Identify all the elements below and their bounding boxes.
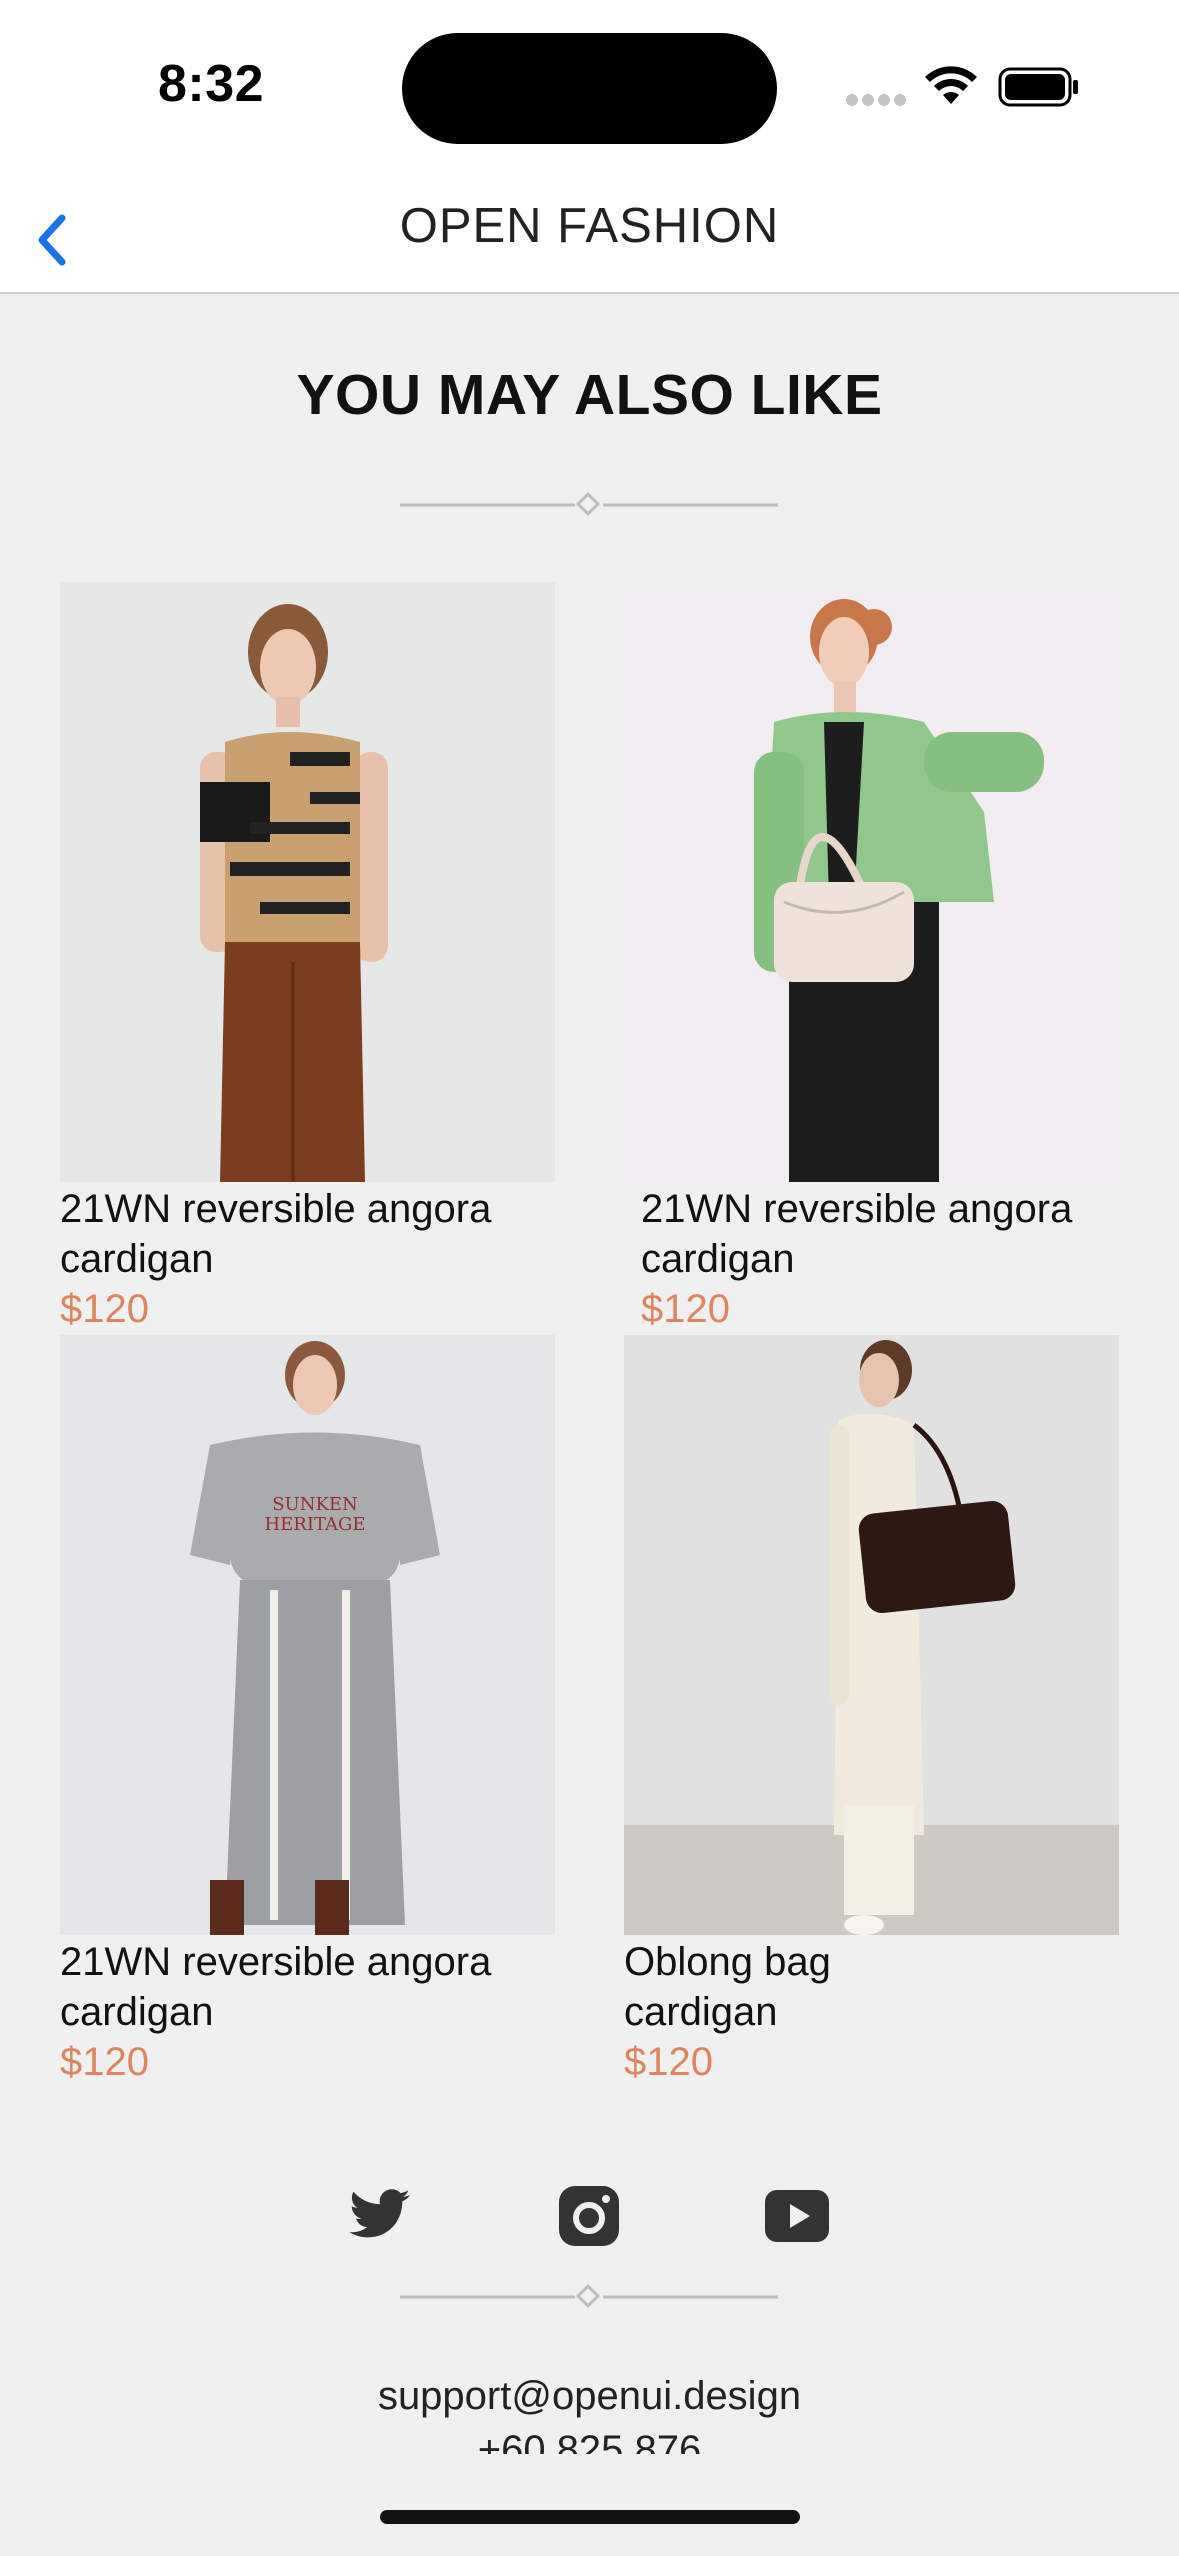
- wifi-icon: [925, 66, 977, 104]
- product-price: $120: [641, 1287, 730, 1331]
- product-image: SUNKEN HERITAGE: [60, 1335, 555, 1935]
- product-name-line1: 21WN reversible angora: [60, 1940, 492, 1984]
- product-card[interactable]: Oblong bag cardigan $120: [624, 1335, 1119, 2087]
- battery-icon: [998, 67, 1078, 107]
- product-name-line2: cardigan: [60, 1990, 214, 2034]
- instagram-icon[interactable]: [554, 2181, 624, 2251]
- product-image: [624, 582, 1119, 1182]
- product-name: 21WN reversible angora cardigan: [60, 1937, 555, 2037]
- product-card[interactable]: 21WN reversible angora cardigan $120: [60, 582, 555, 1334]
- product-name-line1: 21WN reversible angora: [641, 1187, 1073, 1231]
- product-name: Oblong bag cardigan: [624, 1937, 1119, 2037]
- product-image: [624, 1335, 1119, 1935]
- product-price: $120: [60, 1287, 149, 1331]
- cellular-signal-icon: [846, 94, 906, 108]
- product-name-line1: 21WN reversible angora: [60, 1187, 492, 1231]
- product-price: $120: [60, 2040, 149, 2084]
- product-name-line2: cardigan: [60, 1237, 214, 1281]
- support-phone[interactable]: +60 825 876: [0, 2424, 1179, 2454]
- product-card[interactable]: 21WN reversible angora cardigan $120: [624, 582, 1119, 1334]
- product-image: [60, 582, 555, 1182]
- footer-divider: [400, 2283, 778, 2309]
- home-indicator[interactable]: [380, 2510, 800, 2524]
- section-divider: [400, 491, 778, 517]
- product-name-line2: cardigan: [624, 1990, 778, 2034]
- product-name: 21WN reversible angora cardigan: [624, 1184, 1119, 1284]
- product-name-line1: Oblong bag: [624, 1940, 831, 1984]
- product-name: 21WN reversible angora cardigan: [60, 1184, 555, 1284]
- svg-text:HERITAGE: HERITAGE: [264, 1514, 365, 1535]
- section-title: YOU MAY ALSO LIKE: [296, 363, 883, 427]
- product-card[interactable]: SUNKEN HERITAGE 21WN reversible angora c…: [60, 1335, 555, 2087]
- dynamic-island: [402, 33, 777, 144]
- youtube-icon[interactable]: [762, 2181, 832, 2251]
- product-name-line2: cardigan: [641, 1237, 795, 1281]
- support-email-link[interactable]: support@openui.design: [0, 2374, 1179, 2419]
- status-time: 8:32: [158, 55, 265, 113]
- nav-title: OPEN FASHION: [399, 199, 780, 253]
- nav-bar: OPEN FASHION: [0, 178, 1179, 294]
- product-price: $120: [624, 2040, 713, 2084]
- status-bar: 8:32: [0, 0, 1179, 178]
- twitter-icon[interactable]: [347, 2181, 417, 2251]
- svg-text:SUNKEN: SUNKEN: [272, 1494, 358, 1515]
